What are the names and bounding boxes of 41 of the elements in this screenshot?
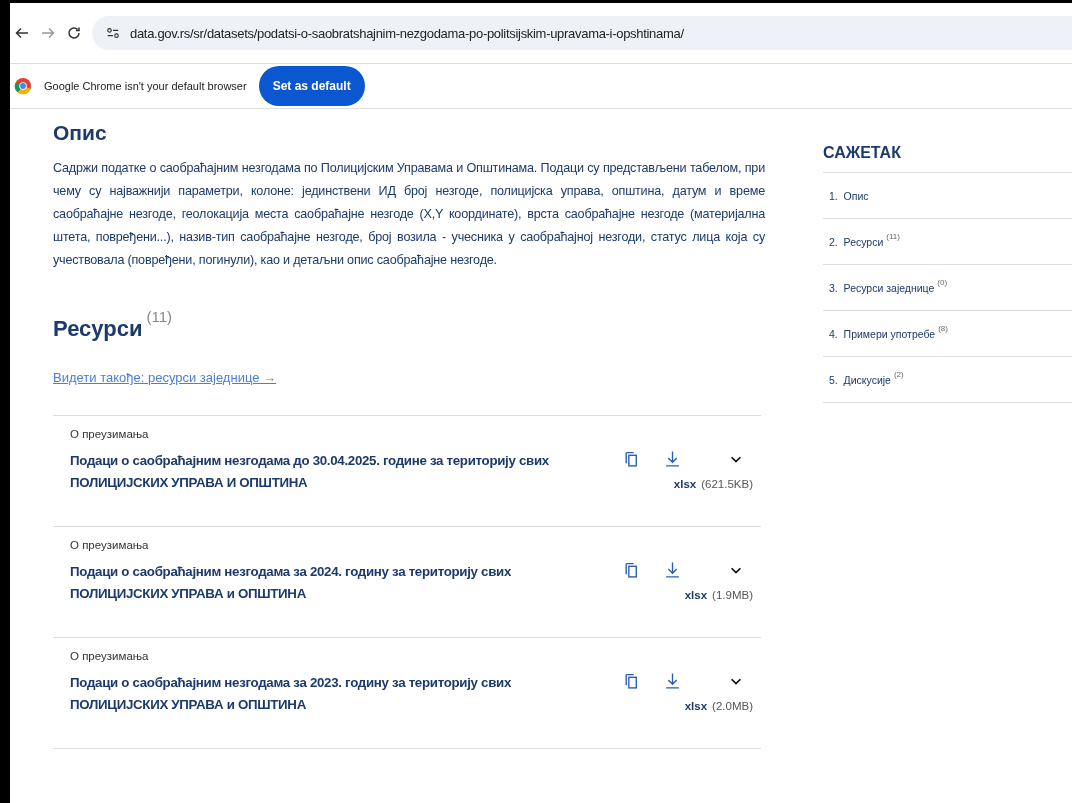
summary-count: (0) (937, 278, 948, 287)
resource-title[interactable]: Подаци о саобраћајним незгодама за 2023. годину за територију свих ПОЛИЦИЈСКИХ УПРАВА и ОПШТИНА (70, 672, 580, 716)
resource-title[interactable]: Подаци о саобраћајним незгодама до 30.04.2025. године за територију свих ПОЛИЦИЈСКИХ УПРАВА И ОПШТИНА (70, 450, 580, 494)
section-heading: Опис (53, 121, 108, 145)
copy-icon[interactable] (623, 561, 640, 579)
summary-count: (8) (938, 324, 948, 333)
file-format: xlsx (684, 589, 708, 601)
download-icon[interactable] (664, 672, 681, 690)
summary-count: (2) (893, 370, 904, 379)
infobar-message: Google Chrome isn't your default browser (44, 80, 247, 92)
summary-link[interactable]: 2. Ресурси (829, 235, 884, 248)
resource-title[interactable]: Подаци о саобраћајним незгодама за 2024. годину за територију свих ПОЛИЦИЈСКИХ УПРАВА и ОПШТИНА (70, 561, 580, 605)
resource-label: О преузимања (70, 539, 150, 551)
file-size: (1.9MB) (712, 589, 753, 601)
reload-icon[interactable] (66, 25, 82, 41)
address-bar[interactable]: data.gov.rs/sr/datasets/podatsi-o-saobratshajnim-nezgodama-po-politsijskim-upravama-i-opshtinama/ (92, 16, 1072, 50)
browser-logo-icon (14, 77, 32, 95)
forward-icon[interactable] (40, 25, 56, 41)
description-text: Садржи податке о саобраћајним незгодама по Полицијским Управама и Општинама. Подаци су представљени табелом, при чему су најважнији параметри, колоне: јединствени ИД број незгоде, полицијска управа, општина, датум и време саобраћајне незгоде, геолокација места саобраћајне незгоде (X,Y координате), врста саобраћајне незгоде (материјална штета, повређени...), назив-тип саобраћајне незгоде, број возила - учесника у саобраћајној незгоди, статус лица која су учествовала (повређени, погинули), као и детаљни опис саобраћајне незгоде. (53, 160, 765, 269)
download-icon[interactable] (664, 561, 681, 579)
file-size: (2.0MB) (712, 700, 753, 712)
section-heading: Ресурси (53, 315, 143, 342)
copy-icon[interactable] (623, 450, 640, 468)
resource-label: О преузимања (70, 650, 150, 662)
copy-icon[interactable] (623, 672, 640, 690)
file-format: xlsx (684, 700, 708, 712)
resource-label: О преузимања (70, 428, 150, 440)
summary-link[interactable]: 5. Дискусије (829, 373, 891, 386)
summary-link[interactable]: 1. Опис (829, 189, 869, 202)
resource-count: (11) (146, 308, 172, 325)
file-format: xlsx (673, 478, 697, 490)
summary-link[interactable]: 3. Ресурси заједнице (829, 281, 935, 294)
site-settings-icon[interactable] (106, 26, 120, 40)
summary-link[interactable]: 4. Примери употребе (829, 327, 936, 340)
summary-heading: САЖЕТАК (823, 144, 902, 162)
download-icon[interactable] (664, 450, 681, 468)
set-default-button[interactable]: Set as default (258, 66, 365, 106)
back-icon[interactable] (14, 25, 30, 41)
summary-count: (11) (886, 232, 900, 241)
file-size: (621.5KB) (701, 478, 753, 490)
see-also-link[interactable]: Видети такође: ресурси заједнице → (53, 370, 277, 385)
